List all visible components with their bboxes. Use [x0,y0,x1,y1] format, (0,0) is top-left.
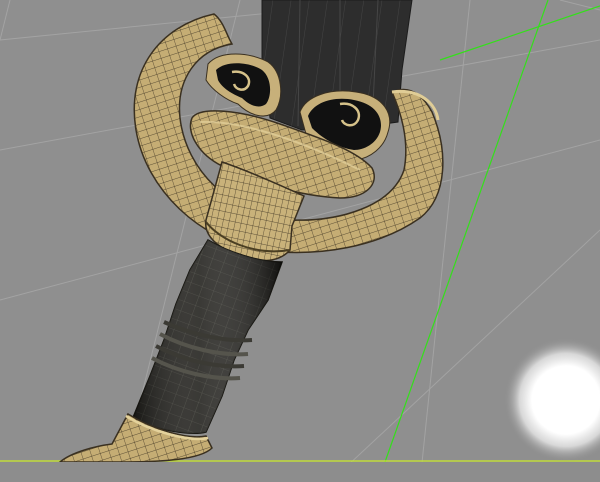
light-icon[interactable] [504,338,600,462]
viewport-bottom [0,462,600,482]
sword-model[interactable] [57,0,444,463]
viewport-canvas[interactable] [0,0,600,482]
ornament-left-icon [205,53,282,117]
3d-viewport[interactable] [0,0,600,482]
